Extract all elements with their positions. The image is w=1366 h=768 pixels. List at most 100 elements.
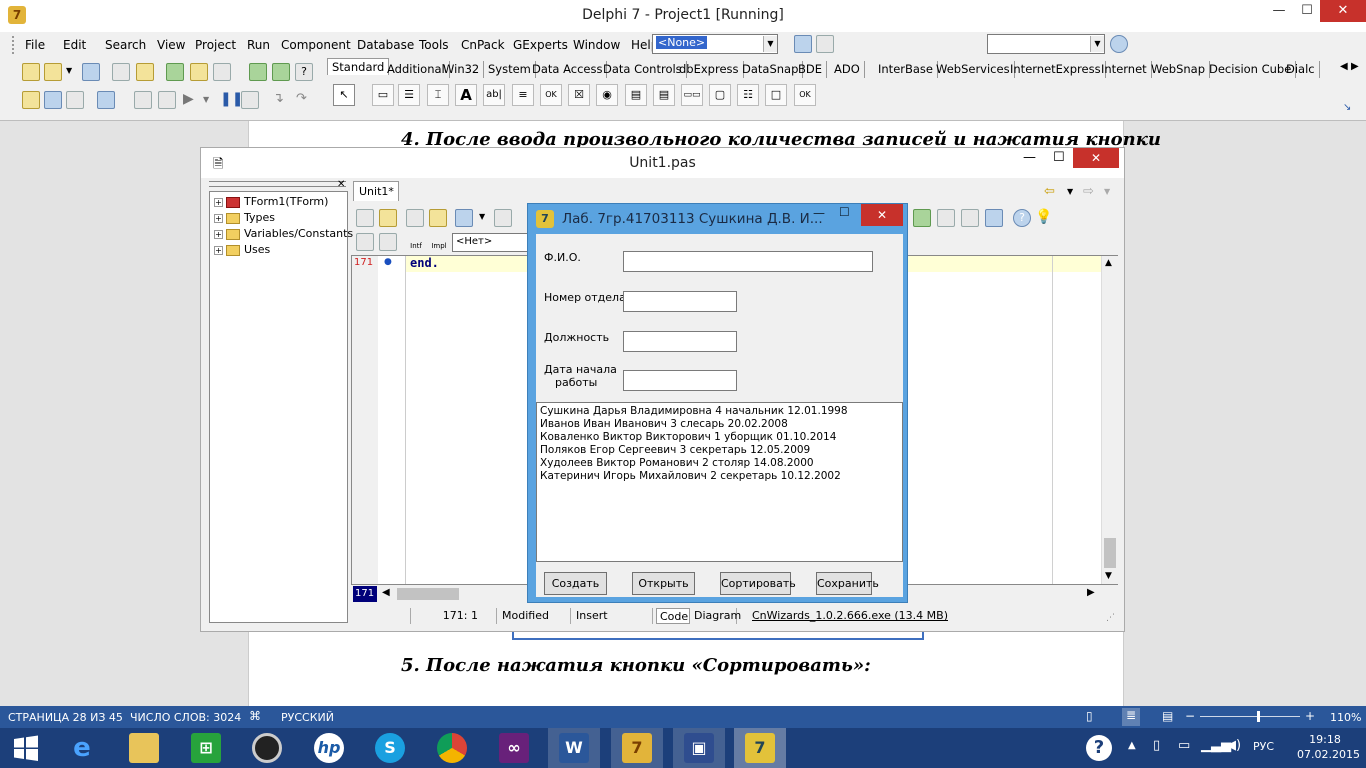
- step-over-icon[interactable]: ↷: [296, 91, 307, 106]
- label-cursor-icon[interactable]: ⌶: [427, 84, 449, 106]
- network-icon[interactable]: ▭: [1178, 738, 1190, 753]
- taskbar-word[interactable]: W: [548, 728, 600, 768]
- checkbox-component-icon[interactable]: ☒: [568, 84, 590, 106]
- taskbar-store[interactable]: ⊞: [180, 728, 232, 768]
- tree-node[interactable]: + TForm1(TForm): [214, 194, 328, 210]
- chevron-up-icon[interactable]: ▲: [1128, 740, 1136, 751]
- remove-file-icon[interactable]: [190, 63, 208, 81]
- create-button[interactable]: Создать: [544, 572, 607, 595]
- tab-unit1[interactable]: Unit1*: [353, 181, 399, 201]
- expand-arrow-icon[interactable]: ↘: [1343, 102, 1351, 113]
- unit-minimize-button[interactable]: —: [1023, 150, 1036, 165]
- read-mode-icon[interactable]: ▯: [1086, 709, 1093, 723]
- palette-tab-internet[interactable]: Internet: [1097, 61, 1152, 78]
- help-icon[interactable]: ?: [1013, 209, 1031, 227]
- config-select[interactable]: <None> ▼: [652, 34, 778, 54]
- taskbar-project1[interactable]: 7: [734, 728, 786, 768]
- intf-button[interactable]: Intf: [406, 231, 426, 253]
- chevron-down-icon[interactable]: ▼: [1104, 187, 1110, 196]
- code-text[interactable]: end.: [410, 256, 439, 270]
- h-scroll-thumb[interactable]: [397, 588, 459, 600]
- zoom-slider[interactable]: [1200, 711, 1300, 722]
- menu-item-window[interactable]: Window: [568, 36, 625, 54]
- volume-icon[interactable]: ◀): [1226, 738, 1241, 753]
- fio-field[interactable]: [623, 251, 873, 272]
- copy-icon[interactable]: [406, 209, 424, 227]
- web-layout-icon[interactable]: ▤: [1162, 709, 1173, 723]
- help-icon[interactable]: ?: [295, 63, 313, 81]
- wizard-icon-1[interactable]: [913, 209, 931, 227]
- menu-item-run[interactable]: Run: [242, 36, 275, 54]
- lab-maximize-button[interactable]: ☐: [839, 205, 850, 219]
- zoom-out-icon[interactable]: −: [1185, 709, 1195, 723]
- open-icon[interactable]: [44, 63, 62, 81]
- taskbar-media[interactable]: [241, 728, 293, 768]
- palette-tab-interbase[interactable]: InterBase: [874, 61, 938, 78]
- tree-node[interactable]: + Variables/Constants: [214, 226, 353, 242]
- chevron-right-icon[interactable]: ▶: [1351, 61, 1359, 72]
- forward-arrow-icon[interactable]: ⇨: [1083, 184, 1094, 199]
- wizard-icon-4[interactable]: [985, 209, 1003, 227]
- vertical-scrollbar[interactable]: ▲ ▼: [1101, 256, 1118, 584]
- desktop-save-icon[interactable]: [794, 35, 812, 53]
- radiogroup-component-icon[interactable]: ☷: [737, 84, 759, 106]
- menu-item-edit[interactable]: Edit: [58, 36, 91, 54]
- menu-item-database[interactable]: Database: [352, 36, 419, 54]
- lab-close-button[interactable]: ✕: [861, 204, 903, 226]
- menu-item-search[interactable]: Search: [100, 36, 151, 54]
- expand-icon[interactable]: +: [214, 213, 223, 223]
- check-icon[interactable]: [213, 63, 231, 81]
- add-file-icon[interactable]: [166, 63, 184, 81]
- uses-unit-icon[interactable]: [379, 233, 397, 251]
- back-arrow-icon[interactable]: ⇦: [1044, 184, 1055, 199]
- menu-item-cnpack[interactable]: CnPack: [456, 36, 510, 54]
- taskbar-explorer[interactable]: [118, 728, 170, 768]
- dept-field[interactable]: [623, 291, 737, 312]
- globe-icon[interactable]: [1110, 35, 1128, 53]
- palette-tab-ado[interactable]: ADO: [830, 61, 865, 78]
- popupmenu-component-icon[interactable]: ☰: [398, 84, 420, 106]
- page-count[interactable]: СТРАНИЦА 28 ИЗ 45: [8, 711, 123, 724]
- input-language[interactable]: РУС: [1253, 740, 1274, 753]
- scrollbar-component-icon[interactable]: ▭▭: [681, 84, 703, 106]
- records-memo[interactable]: Сушкина Дарья Владимировна 4 начальник 1…: [536, 402, 903, 562]
- palette-tab-dbexpress[interactable]: dbExpress: [675, 61, 744, 78]
- toggle-icon[interactable]: [158, 91, 176, 109]
- menu-item-file[interactable]: File: [20, 36, 50, 54]
- paste-icon[interactable]: [429, 209, 447, 227]
- scroll-thumb[interactable]: [1104, 538, 1116, 568]
- unit-maximize-button[interactable]: ☐: [1053, 150, 1065, 165]
- edit-component-icon[interactable]: ab|: [483, 84, 505, 106]
- palette-tab-internetexpress[interactable]: InternetExpress: [1006, 61, 1106, 78]
- panel-component-icon[interactable]: □: [765, 84, 787, 106]
- program-reset-icon[interactable]: [241, 91, 259, 109]
- button-component-icon[interactable]: OK: [540, 84, 562, 106]
- expand-icon[interactable]: +: [214, 197, 223, 207]
- desktop-debug-icon[interactable]: [816, 35, 834, 53]
- close-button[interactable]: ✕: [1320, 0, 1366, 22]
- taskbar-delphi[interactable]: 7: [611, 728, 663, 768]
- taskbar-skype[interactable]: S: [364, 728, 416, 768]
- zoom-in-icon[interactable]: +: [1305, 709, 1315, 723]
- tree-node[interactable]: + Types: [214, 210, 275, 226]
- help-icon[interactable]: ?: [1086, 735, 1112, 761]
- chevron-down-icon[interactable]: ▼: [1067, 187, 1073, 196]
- zoom-thumb[interactable]: [1257, 711, 1260, 722]
- help-book-2-icon[interactable]: [272, 63, 290, 81]
- tab-diagram[interactable]: Diagram: [691, 608, 741, 624]
- expand-icon[interactable]: +: [214, 229, 223, 239]
- impl-button[interactable]: Impl: [429, 231, 449, 253]
- chevron-down-icon[interactable]: ▼: [66, 66, 72, 75]
- toggle-form-icon[interactable]: [66, 91, 84, 109]
- save-button[interactable]: Сохранить: [816, 572, 879, 595]
- start-button[interactable]: [0, 728, 52, 768]
- clock-time[interactable]: 19:18: [1300, 733, 1350, 746]
- menu-item-gexperts[interactable]: GExperts: [508, 36, 573, 54]
- palette-tab-data-access[interactable]: Data Access: [528, 61, 608, 78]
- new-form-icon[interactable]: [97, 91, 115, 109]
- save-icon[interactable]: [82, 63, 100, 81]
- taskbar-visualstudio[interactable]: ∞: [488, 728, 540, 768]
- trace-into-icon[interactable]: ↴: [273, 91, 284, 106]
- view-unit-icon[interactable]: [22, 91, 40, 109]
- new-icon[interactable]: [22, 63, 40, 81]
